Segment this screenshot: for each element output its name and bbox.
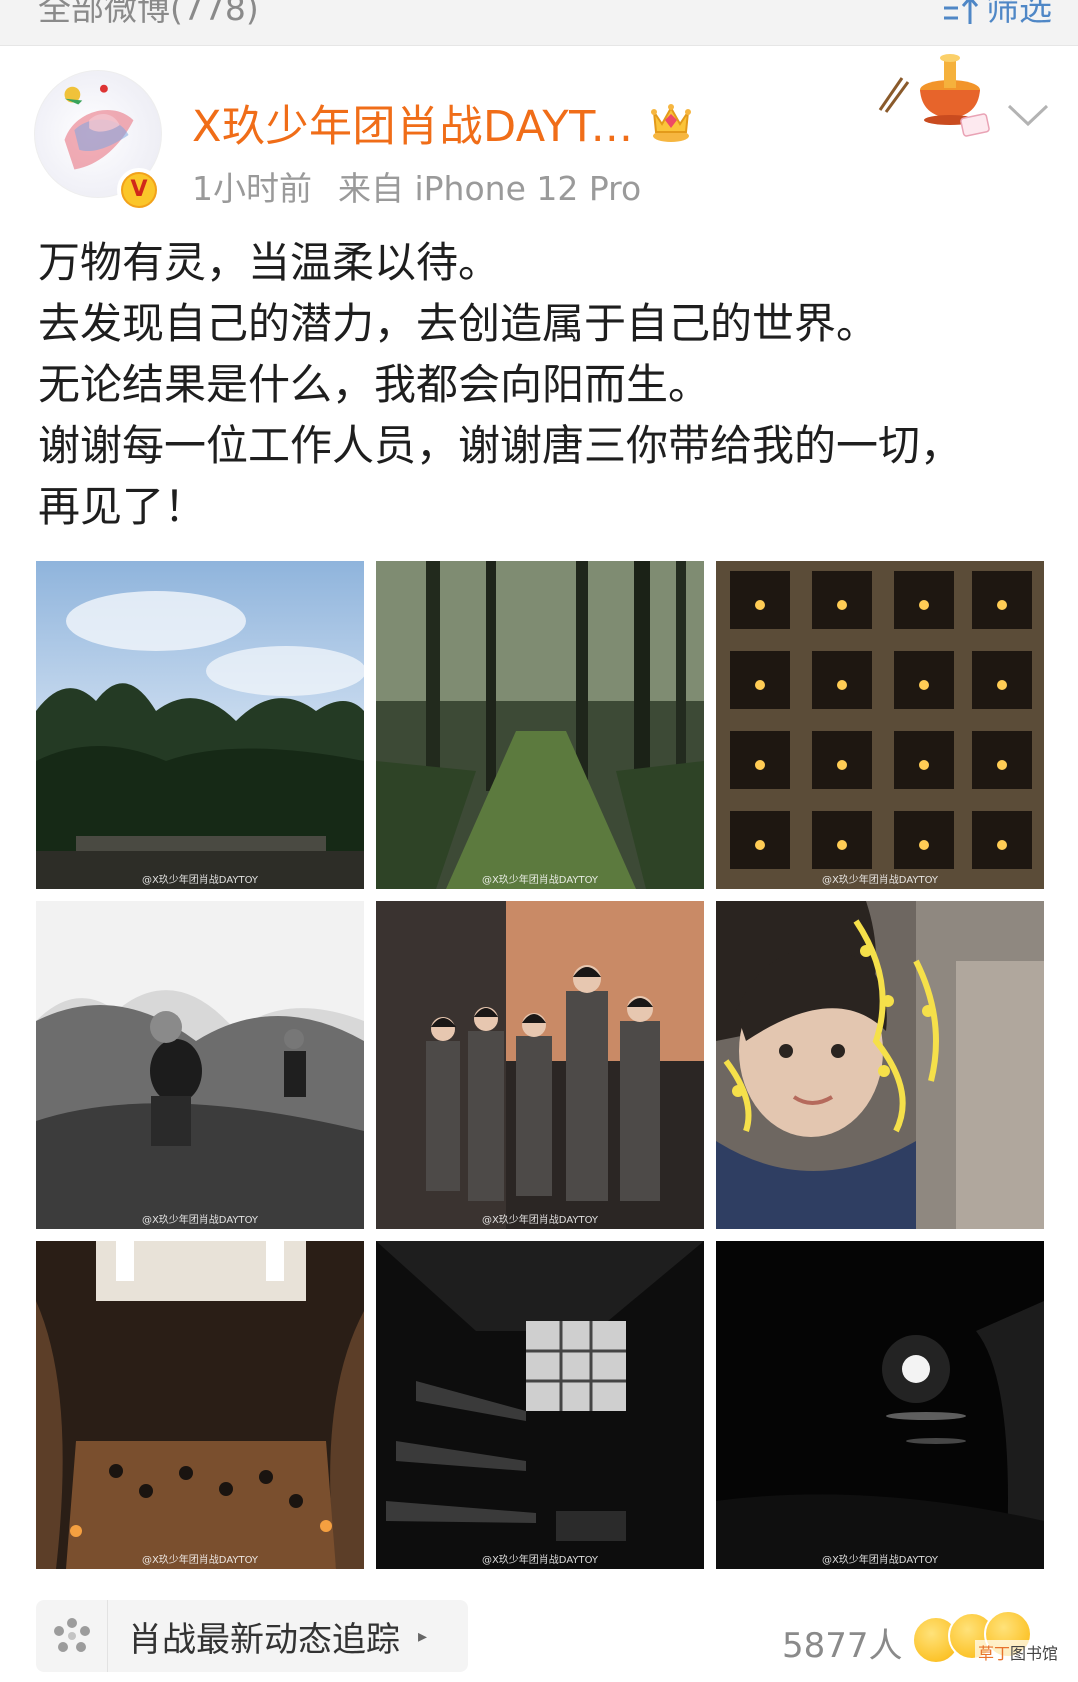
chevron-down-icon[interactable] <box>1005 100 1051 130</box>
photo-bw-crew[interactable]: @X玖少年团肖战DAYTOY <box>36 901 364 1229</box>
photo-watermark: @X玖少年团肖战DAYTOY <box>481 875 599 886</box>
hotpot-sticker-icon <box>878 54 990 137</box>
reaction-count[interactable]: 5877人 <box>782 1618 903 1667</box>
photo-watermark: @X玖少年团肖战DAYTOY <box>141 1215 259 1226</box>
photo-night-moon[interactable]: @X玖少年团肖战DAYTOY <box>716 1241 1044 1569</box>
photo-film-set[interactable]: @X玖少年团肖战DAYTOY <box>36 1241 364 1569</box>
photo-selfie[interactable] <box>716 901 1044 1229</box>
photo-watermark: @X玖少年团肖战DAYTOY <box>821 1555 939 1566</box>
filter-bar: 全部微博(778) 筛选 <box>0 0 1078 46</box>
photo-watermark: @X玖少年团肖战DAYTOY <box>821 875 939 886</box>
filter-label: 筛选 <box>986 0 1052 28</box>
post-line: 谢谢每一位工作人员，谢谢唐三你带给我的一切， <box>38 421 963 470</box>
post-count-label: 全部微博(778) <box>38 0 259 28</box>
verified-glyph: V <box>123 174 155 206</box>
photo-watermark: @X玖少年团肖战DAYTOY <box>481 1555 599 1566</box>
crown-icon[interactable] <box>648 98 694 144</box>
topic-arrow-icon: ▸ <box>418 1625 428 1647</box>
topic-label: 肖战最新动态追踪 <box>128 1619 400 1660</box>
photo-costumed-actors[interactable]: @X玖少年团肖战DAYTOY <box>376 901 704 1229</box>
photo-grid: @X玖少年团肖战DAYTOY @X玖少年团肖战DAYTOY @X玖少年团肖战DA… <box>36 561 1044 1571</box>
photo-forest-path[interactable]: @X玖少年团肖战DAYTOY <box>376 561 704 889</box>
post-line: 无论结果是什么，我都会向阳而生。 <box>38 360 711 409</box>
site-watermark-rest: 图书馆 <box>1010 1644 1059 1663</box>
filter-button[interactable]: 筛选 <box>942 0 1052 32</box>
post-time: 1小时前 <box>192 169 312 208</box>
photo-watermark: @X玖少年团肖战DAYTOY <box>141 875 259 886</box>
post-source: 来自 iPhone 12 Pro <box>338 169 642 208</box>
photo-bamboo-forest[interactable]: @X玖少年团肖战DAYTOY <box>36 561 364 889</box>
filter-icon <box>944 0 979 24</box>
photo-watermark: @X玖少年团肖战DAYTOY <box>481 1215 599 1226</box>
photo-watermark: @X玖少年团肖战DAYTOY <box>141 1555 259 1566</box>
post-body: 万物有灵，当温柔以待。 去发现自己的潜力，去创造属于自己的世界。 无论结果是什么… <box>38 232 1058 537</box>
post-line: 万物有灵，当温柔以待。 <box>38 238 501 287</box>
verified-v-icon: V <box>117 168 161 212</box>
author-name[interactable]: X玖少年团肖战DAYT... <box>192 92 633 154</box>
topic-flower-icon <box>53 1618 90 1652</box>
post-meta: 1小时前 来自 iPhone 12 Pro <box>192 162 641 210</box>
site-watermark: 草丁图书馆 <box>975 1640 1062 1664</box>
photo-ceiling-rig[interactable]: @X玖少年团肖战DAYTOY <box>376 1241 704 1569</box>
topic-tag[interactable]: 肖战最新动态追踪 ▸ <box>36 1600 468 1672</box>
site-watermark-highlight: 草丁 <box>978 1644 1011 1663</box>
photo-candle-niches[interactable]: @X玖少年团肖战DAYTOY <box>716 561 1044 889</box>
post-line: 去发现自己的潜力，去创造属于自己的世界。 <box>38 299 879 348</box>
post-line: 再见了！ <box>38 482 207 531</box>
